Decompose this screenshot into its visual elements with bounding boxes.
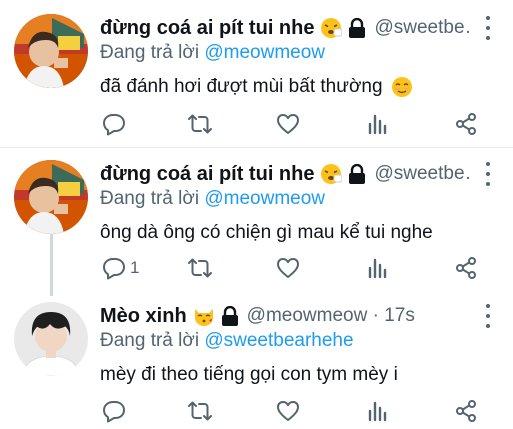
retweet-icon: [188, 114, 212, 134]
tweet-3[interactable]: Mèo xinh @meowmeow · 17s Đang trả lời @s…: [0, 302, 513, 427]
mention-link[interactable]: @sweetbearhehe: [204, 330, 353, 351]
avatar[interactable]: [14, 302, 88, 376]
thread-line: [50, 234, 53, 296]
display-name[interactable]: đừng coá ai pít tui nhe: [100, 17, 314, 40]
tweet-1[interactable]: đừng coá ai pít tui nhe @sweetbe… Đang t…: [0, 14, 513, 144]
bar-chart-icon: [368, 114, 387, 135]
replying-to: Đang trả lời @meowmeow: [100, 42, 325, 64]
replying-prefix: Đang trả lời: [100, 188, 200, 209]
avatar-image: [14, 14, 88, 88]
divider: [0, 147, 513, 148]
views-button[interactable]: [366, 396, 390, 426]
heart-icon: [277, 401, 299, 421]
retweet-button[interactable]: [188, 253, 212, 283]
bar-chart-icon: [368, 401, 387, 422]
user-handle[interactable]: @sweetbe…: [374, 163, 473, 185]
views-button[interactable]: [366, 253, 390, 283]
display-name[interactable]: Mèo xinh: [100, 305, 187, 328]
user-handle-timestamp[interactable]: @meowmeow · 17s: [247, 305, 415, 327]
share-icon: [456, 257, 476, 279]
mention-link[interactable]: @meowmeow: [204, 188, 325, 209]
more-dots-icon[interactable]: [485, 16, 491, 40]
like-button[interactable]: [276, 109, 300, 139]
retweet-icon: [188, 401, 212, 421]
tweet-text: mèy đi theo tiếng gọi con tym mèy i: [100, 364, 398, 386]
lock-icon: [348, 164, 366, 184]
heart-icon: [277, 258, 299, 278]
reply-count: 1: [130, 258, 140, 277]
lock-icon: [348, 18, 366, 38]
more-dots-icon[interactable]: [485, 304, 491, 328]
share-icon: [456, 113, 476, 135]
reply-icon: [103, 401, 125, 423]
replying-prefix: Đang trả lời: [100, 330, 200, 351]
share-icon: [456, 400, 476, 422]
avatar[interactable]: [14, 14, 88, 88]
tweet-actions: [100, 396, 500, 426]
avatar[interactable]: [14, 160, 88, 234]
smiling-face-emoji: [391, 76, 413, 98]
heart-icon: [277, 114, 299, 134]
user-handle[interactable]: @sweetbe…: [374, 17, 473, 39]
sneezing-face-emoji: [320, 17, 343, 39]
retweet-button[interactable]: [188, 396, 212, 426]
replying-to: Đang trả lời @sweetbearhehe: [100, 330, 354, 352]
views-button[interactable]: [366, 109, 390, 139]
replying-to: Đang trả lời @meowmeow: [100, 188, 325, 210]
tweet-header: đừng coá ai pít tui nhe @sweetbe…: [100, 14, 473, 42]
display-name[interactable]: đừng coá ai pít tui nhe: [100, 163, 314, 186]
reply-button[interactable]: 1: [102, 253, 139, 283]
share-button[interactable]: [454, 396, 478, 426]
retweet-button[interactable]: [188, 109, 212, 139]
tweet-header: đừng coá ai pít tui nhe @sweetbe…: [100, 160, 473, 188]
tweet-text: ông dà ông có chiện gì mau kể tui nghe: [100, 222, 433, 244]
sneezing-face-emoji: [320, 163, 343, 185]
share-button[interactable]: [454, 109, 478, 139]
avatar-image: [14, 160, 88, 234]
reply-button[interactable]: [102, 109, 130, 139]
tweet-text-content: ông dà ông có chiện gì mau kể tui nghe: [100, 222, 433, 243]
retweet-icon: [188, 258, 212, 278]
tweet-text-content: đã đánh hơi đượt mùi bất thường: [100, 76, 383, 97]
share-button[interactable]: [454, 253, 478, 283]
reply-icon: [103, 114, 125, 136]
like-button[interactable]: [276, 396, 300, 426]
kissing-cat-emoji: [193, 305, 215, 327]
tweet-actions: [100, 109, 500, 139]
tweet-2[interactable]: đừng coá ai pít tui nhe @sweetbe… Đang t…: [0, 160, 513, 296]
mention-link[interactable]: @meowmeow: [204, 42, 325, 63]
tweet-header: Mèo xinh @meowmeow · 17s: [100, 302, 473, 330]
tweet-actions: 1: [100, 253, 500, 283]
avatar-image: [14, 302, 88, 376]
reply-icon: [103, 258, 125, 280]
reply-button[interactable]: [102, 396, 130, 426]
tweet-text-content: mèy đi theo tiếng gọi con tym mèy i: [100, 364, 398, 385]
more-dots-icon[interactable]: [485, 162, 491, 186]
like-button[interactable]: [276, 253, 300, 283]
tweet-text: đã đánh hơi đượt mùi bất thường: [100, 76, 413, 98]
bar-chart-icon: [368, 258, 387, 279]
replying-prefix: Đang trả lời: [100, 42, 200, 63]
lock-icon: [221, 306, 239, 326]
